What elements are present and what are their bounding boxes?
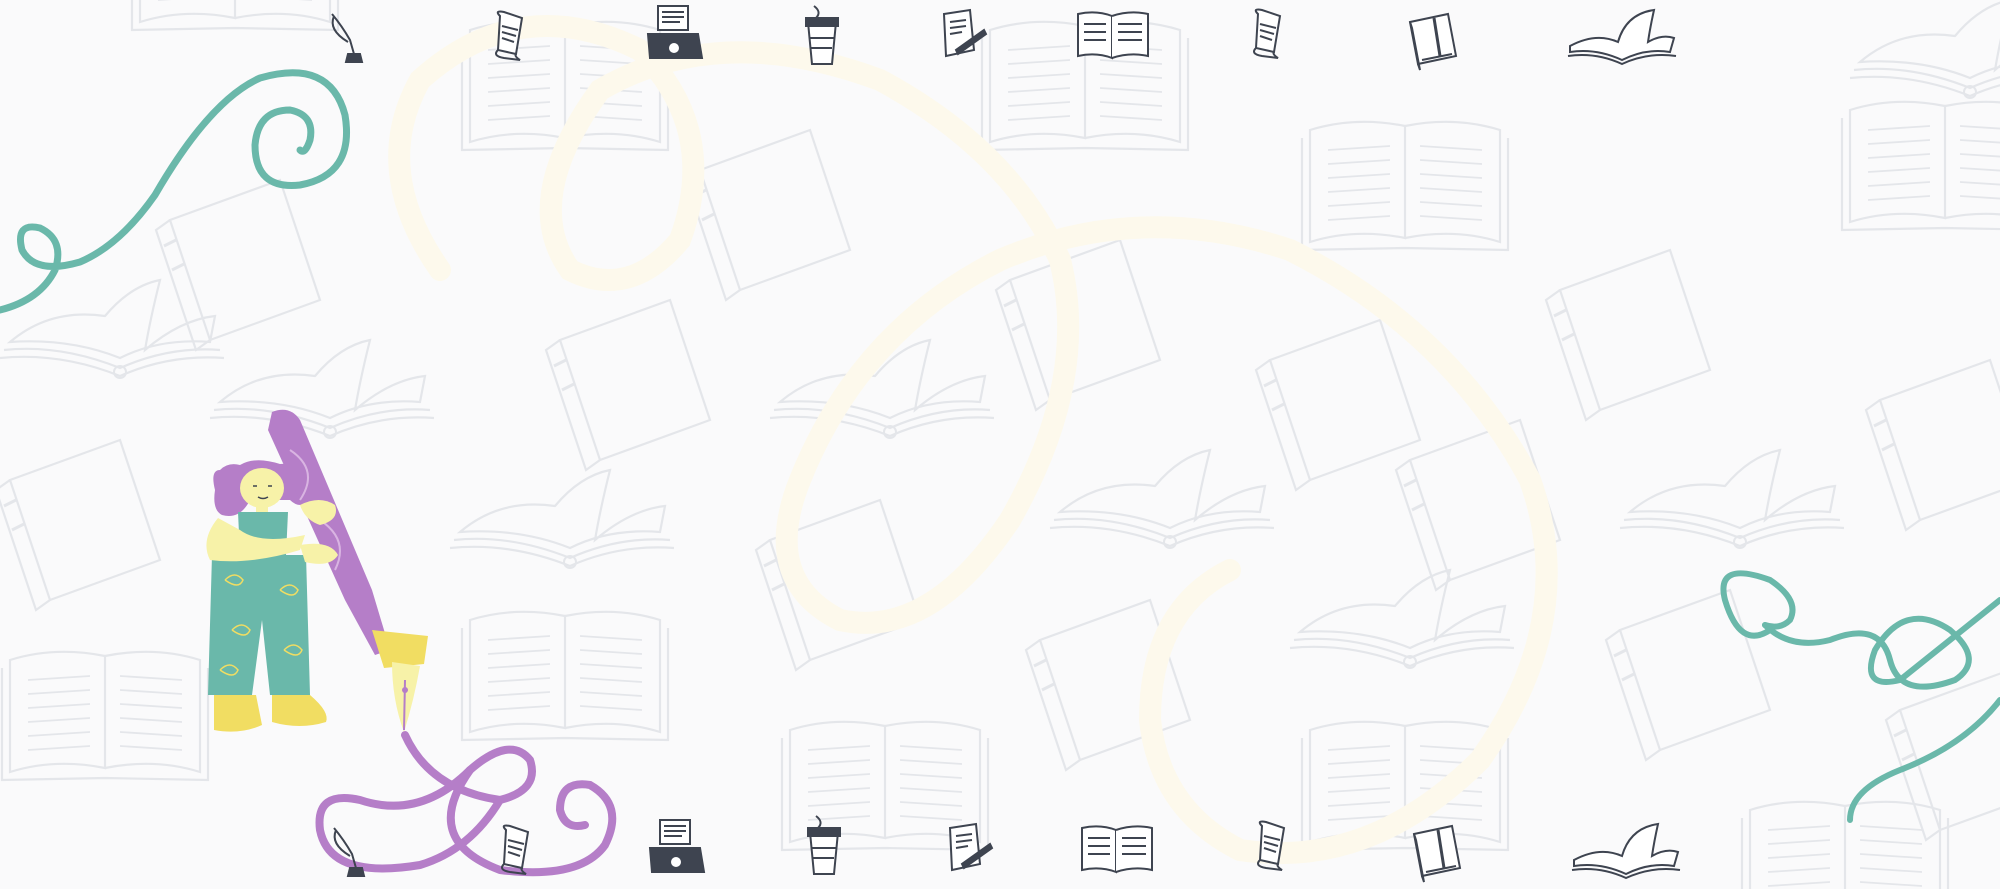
closed-book-icon <box>1408 12 1458 71</box>
scroll-icon <box>495 10 524 61</box>
open-book-icon <box>1567 8 1677 66</box>
paper-pen-icon <box>942 8 988 58</box>
coffee-cup-icon <box>805 5 839 65</box>
scroll-icon <box>1253 8 1282 59</box>
woman-with-pen-illustration <box>206 409 428 732</box>
closed-book-icon <box>1412 824 1462 883</box>
quill-icon <box>333 827 366 877</box>
canvas <box>0 0 2000 889</box>
typewriter-icon <box>648 819 706 873</box>
typewriter-icon <box>646 5 704 59</box>
paper-pen-icon <box>948 822 994 872</box>
open-book-icon <box>1077 11 1149 60</box>
coffee-cup-icon <box>807 815 841 875</box>
open-book-icon <box>1571 822 1681 880</box>
open-book-icon <box>1081 825 1153 874</box>
teal-flourish-top-left <box>0 69 350 314</box>
quill-icon <box>331 13 364 63</box>
purple-flourish <box>315 731 617 877</box>
